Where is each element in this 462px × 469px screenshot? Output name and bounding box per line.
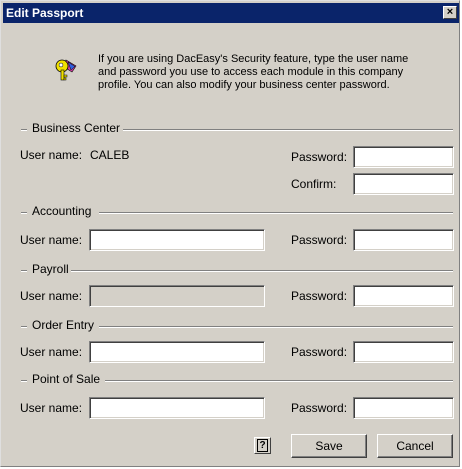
group-divider [105, 380, 453, 382]
business-center-confirm-field[interactable] [353, 173, 454, 195]
point-of-sale-password-field[interactable] [353, 397, 454, 419]
close-icon: × [446, 6, 454, 18]
group-divider [21, 129, 27, 131]
point-of-sale-heading: Point of Sale [32, 372, 101, 386]
help-icon: ? [257, 439, 268, 452]
point-of-sale-password-label: Password: [291, 401, 348, 415]
payroll-password-field[interactable] [353, 285, 454, 307]
order-entry-user-label: User name: [20, 345, 83, 359]
accounting-password-field[interactable] [353, 229, 454, 251]
intro-text: If you are using DacEasy's Security feat… [98, 53, 409, 91]
accounting-user-label: User name: [20, 233, 83, 247]
order-entry-password-field[interactable] [353, 341, 454, 363]
order-entry-heading: Order Entry [32, 318, 95, 332]
order-entry-user-field[interactable] [89, 341, 265, 363]
accounting-user-field[interactable] [89, 229, 265, 251]
group-divider [21, 212, 27, 214]
group-divider [21, 326, 27, 328]
accounting-heading: Accounting [32, 204, 92, 218]
business-center-password-label: Password: [291, 150, 348, 164]
group-divider [21, 380, 27, 382]
key-icon [55, 59, 77, 81]
payroll-user-label: User name: [20, 289, 83, 303]
point-of-sale-user-label: User name: [20, 401, 83, 415]
save-button[interactable]: Save [291, 434, 367, 458]
title-bar: Edit Passport × [3, 3, 459, 23]
point-of-sale-user-field[interactable] [89, 397, 265, 419]
business-center-password-field[interactable] [353, 146, 454, 168]
group-divider [99, 326, 453, 328]
window-title: Edit Passport [6, 6, 84, 20]
group-divider [21, 270, 27, 272]
payroll-user-field[interactable] [89, 285, 265, 307]
business-center-heading: Business Center [32, 121, 121, 135]
accounting-password-label: Password: [291, 233, 348, 247]
edit-passport-dialog: Edit Passport × If you are using DacEasy… [0, 0, 460, 467]
cancel-button[interactable]: Cancel [377, 434, 453, 458]
business-center-confirm-label: Confirm: [291, 177, 337, 191]
group-divider [71, 270, 453, 272]
help-button[interactable]: ? [254, 437, 271, 454]
close-button[interactable]: × [443, 6, 457, 19]
business-center-user-label: User name: [20, 148, 83, 162]
business-center-user-value: CALEB [90, 148, 130, 162]
order-entry-password-label: Password: [291, 345, 348, 359]
group-divider [99, 212, 453, 214]
payroll-password-label: Password: [291, 289, 348, 303]
group-divider [123, 129, 453, 131]
payroll-heading: Payroll [32, 262, 69, 276]
